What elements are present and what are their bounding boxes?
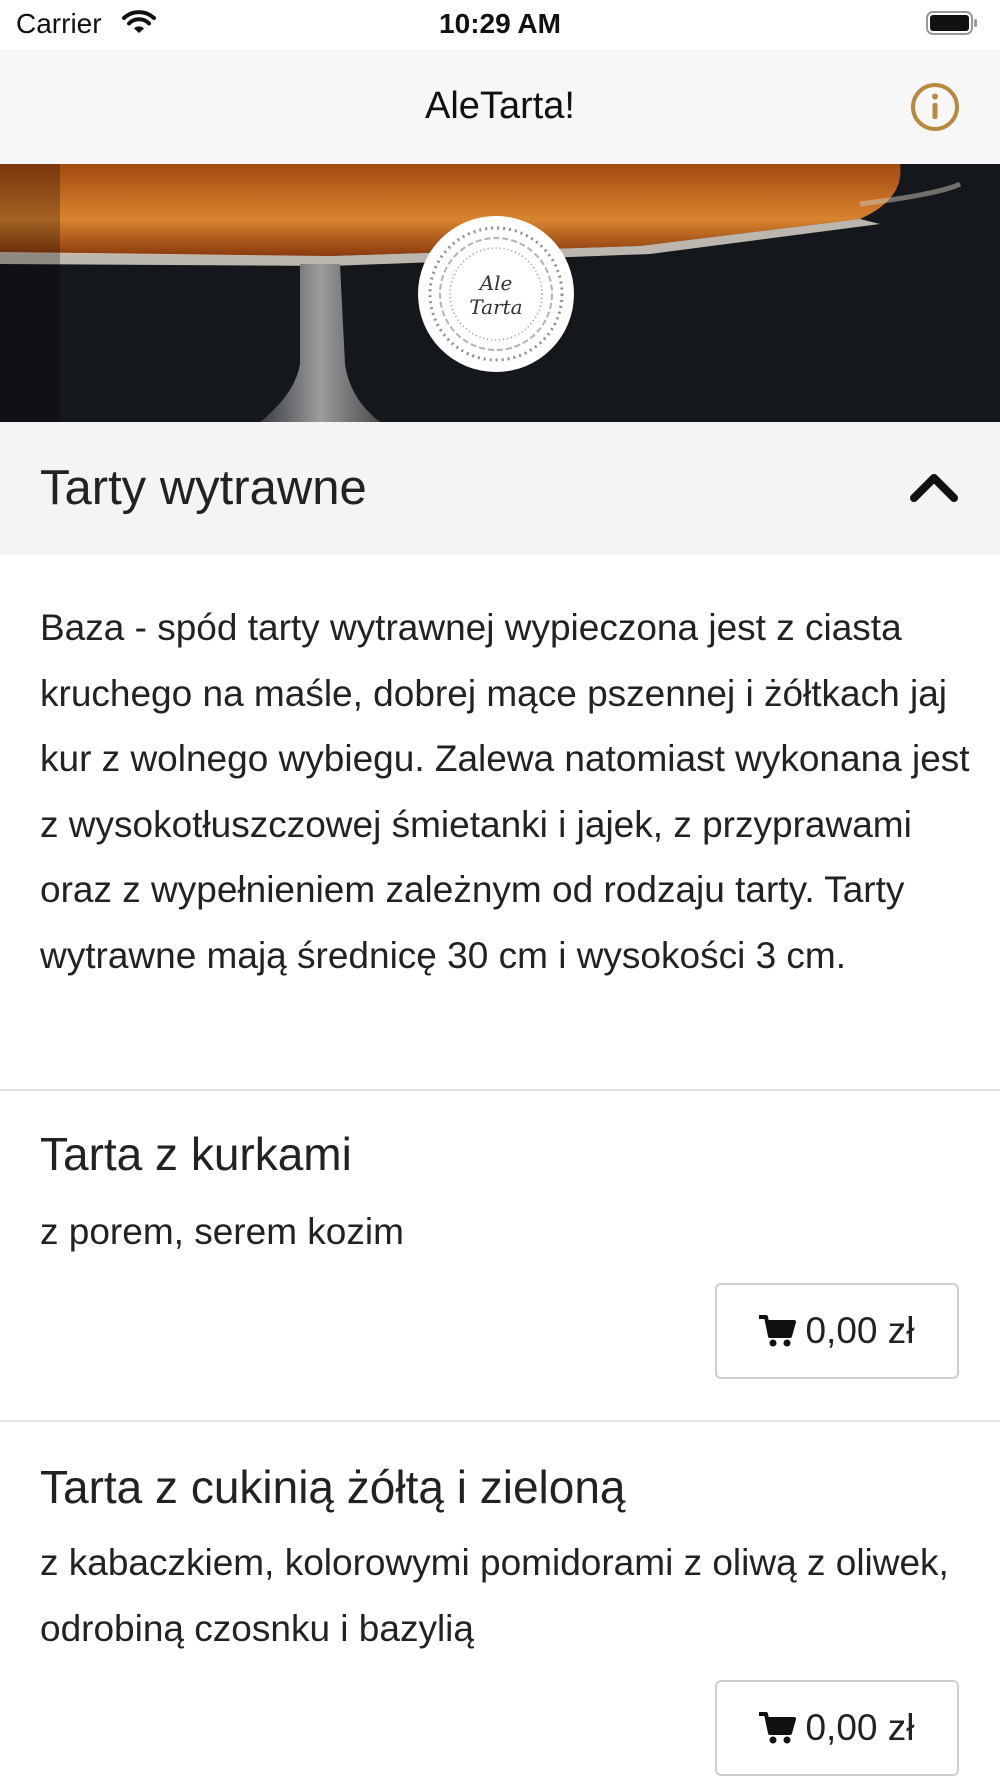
section-header-tarty-wytrawne[interactable]: Tarty wytrawne: [0, 422, 1000, 555]
product-name: Tarta z kurkami: [40, 1128, 352, 1180]
info-circle-icon[interactable]: [910, 82, 960, 132]
hero-banner: Ale Tarta: [0, 164, 1000, 422]
chevron-up-icon[interactable]: [908, 466, 960, 506]
section-description: Baza - spód tarty wytrawnej wypieczona j…: [40, 607, 970, 976]
cart-icon: [759, 1315, 797, 1347]
divider: [0, 1089, 1000, 1091]
add-to-cart-button[interactable]: 0,00 zł: [715, 1680, 959, 1776]
battery-icon: [926, 11, 977, 35]
aletarta-logo: Ale Tarta: [418, 216, 574, 372]
svg-text:Ale: Ale: [478, 271, 513, 295]
cart-icon: [759, 1712, 797, 1744]
product-description: z porem, serem kozim: [40, 1211, 404, 1252]
price-label: 0,00 zł: [805, 1310, 915, 1351]
svg-text:Tarta: Tarta: [469, 295, 522, 319]
navigation-bar: AleTarta!: [0, 49, 1000, 164]
app-title: AleTarta!: [425, 85, 575, 127]
status-bar: Carrier 10:29 AM: [0, 0, 1000, 49]
product-description: z kabaczkiem, kolorowymi pomidorami z ol…: [40, 1542, 949, 1649]
section-title: Tarty wytrawne: [40, 461, 367, 515]
clock: 10:29 AM: [439, 8, 561, 39]
add-to-cart-button[interactable]: 0,00 zł: [715, 1283, 959, 1379]
price-label: 0,00 zł: [805, 1707, 915, 1748]
product-name: Tarta z cukinią żółtą i zieloną: [40, 1461, 626, 1513]
divider: [0, 1420, 1000, 1422]
